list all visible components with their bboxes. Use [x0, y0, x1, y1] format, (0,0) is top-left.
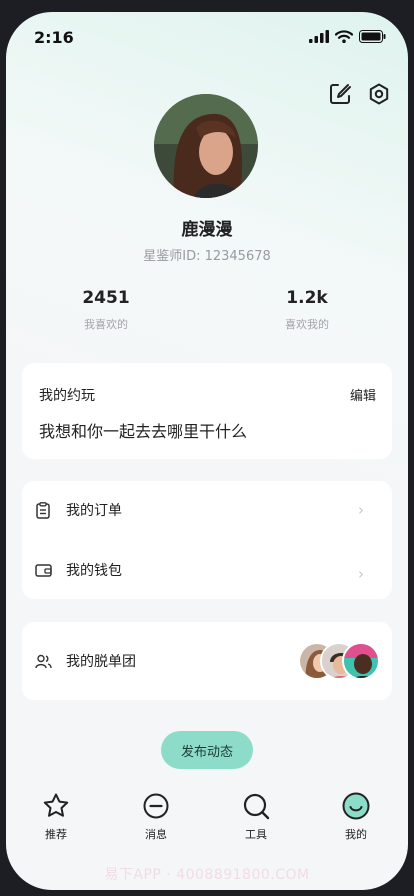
settings-icon[interactable]: [367, 82, 391, 106]
edit-button[interactable]: 编辑: [350, 385, 376, 404]
wifi-icon: [335, 30, 353, 43]
status-icons: [309, 30, 386, 43]
menu-item-label: 我的脱单团: [66, 654, 136, 670]
member-avatar: [342, 642, 380, 680]
wallet-icon: [34, 561, 52, 579]
edit-icon[interactable]: [328, 82, 352, 106]
tab-label: 我的: [345, 828, 367, 841]
chevron-right-icon: ›: [358, 501, 364, 519]
user-id: 星鉴师ID: 12345678: [143, 249, 271, 264]
stat-label: 喜欢我的: [285, 318, 329, 331]
tab-label: 消息: [145, 828, 167, 841]
publish-button[interactable]: 发布动态: [161, 731, 253, 769]
avatar-image: [154, 94, 258, 198]
play-card-title: 我的约玩: [39, 388, 95, 404]
users-icon: [34, 652, 52, 670]
nickname: 鹿漫漫: [181, 220, 233, 240]
tab-bar: 推荐 消息 工具 我的: [6, 792, 408, 856]
chevron-right-icon: ›: [358, 565, 364, 583]
message-icon: [143, 793, 169, 819]
menu-item-wallet[interactable]: 我的钱包 ›: [34, 555, 380, 585]
group-card[interactable]: 我的脱单团: [22, 622, 392, 700]
watermark: 易下APP · 4008891800.COM: [104, 867, 310, 883]
tab-messages[interactable]: 消息: [126, 792, 186, 842]
stat-value: 2451: [82, 288, 130, 308]
tab-tools[interactable]: 工具: [226, 792, 286, 842]
tab-label: 推荐: [45, 828, 67, 841]
tab-label: 工具: [245, 828, 267, 841]
status-time: 2:16: [34, 28, 74, 47]
avatar[interactable]: [154, 94, 258, 198]
menu-card: 我的订单 › 我的钱包 ›: [22, 481, 392, 599]
search-icon: [243, 793, 270, 820]
signal-icon: [309, 30, 329, 43]
smile-icon: [342, 792, 370, 820]
battery-icon: [359, 30, 386, 43]
menu-item-label: 我的订单: [66, 503, 122, 519]
stat-likes-given[interactable]: 2451 我喜欢的: [46, 288, 166, 332]
clipboard-icon: [34, 501, 52, 519]
stat-value: 1.2k: [286, 288, 328, 308]
play-card: 我的约玩 编辑 我想和你一起去去哪里干什么: [22, 363, 392, 459]
star-icon: [43, 793, 69, 817]
menu-item-orders[interactable]: 我的订单 ›: [34, 495, 380, 525]
tab-me[interactable]: 我的: [326, 792, 386, 842]
stat-label: 我喜欢的: [84, 318, 128, 331]
tab-recommend[interactable]: 推荐: [26, 792, 86, 842]
stat-likes-received[interactable]: 1.2k 喜欢我的: [247, 288, 367, 332]
status-bar: 2:16: [6, 12, 408, 56]
menu-item-label: 我的钱包: [66, 563, 122, 579]
play-card-content: 我想和你一起去去哪里干什么: [39, 422, 248, 441]
group-members: [298, 642, 380, 680]
phone-screen: 2:16 鹿漫漫 星鉴师ID: 12345678 2451 我喜欢的 1.2k …: [6, 12, 408, 890]
